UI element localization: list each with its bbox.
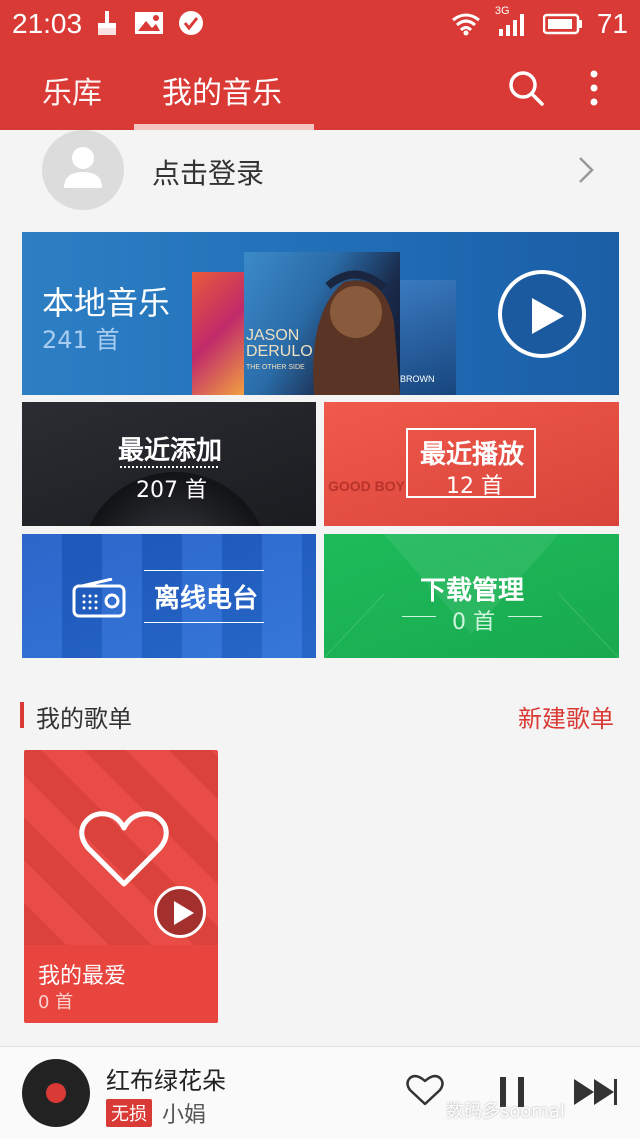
user-icon	[64, 147, 102, 188]
favorite-heart-icon[interactable]	[406, 1073, 444, 1107]
avatar[interactable]	[42, 130, 124, 210]
playlist-name: 我的最爱	[38, 964, 127, 989]
new-playlist-button[interactable]: 新建歌单	[518, 699, 614, 734]
dotted-divider	[120, 466, 218, 468]
album-sub-text: THE OTHER SIDE	[246, 364, 305, 371]
play-all-button[interactable]	[498, 270, 586, 358]
offline-radio-card[interactable]: 离线电台	[22, 534, 316, 658]
recently-added-title: 最近添加	[118, 436, 223, 466]
recently-played-card[interactable]: GOOD BOY 最近播放 12 首	[324, 402, 619, 526]
battery-level: 71	[596, 8, 628, 39]
local-music-title: 本地音乐	[42, 284, 171, 322]
local-music-card[interactable]: 本地音乐 241 首 BROWN JASON DERULO THE OTHER …	[22, 232, 619, 395]
login-row[interactable]: 点击登录	[0, 130, 640, 220]
status-bar: 21:03 3G 71	[0, 0, 640, 48]
tab-my-music[interactable]: 我的音乐	[162, 68, 282, 112]
play-icon	[532, 298, 564, 334]
app-header: 21:03 3G 71 乐库 我的音乐	[0, 0, 640, 130]
album-cover-right: BROWN	[398, 280, 456, 395]
recently-played-title: 最近播放	[420, 440, 525, 470]
radio-divider-top	[144, 570, 264, 571]
search-icon[interactable]	[506, 68, 546, 108]
album-disc[interactable]	[22, 1059, 90, 1127]
playlist-count: 0 首	[38, 992, 74, 1013]
recently-played-count: 12 首	[446, 474, 503, 499]
download-manager-title: 下载管理	[420, 576, 525, 606]
now-playing-bar[interactable]: 红布绿花朵 无损 小娟 数码多soomal	[0, 1046, 640, 1138]
signal-icon: 3G	[495, 5, 529, 37]
download-divider-left	[402, 616, 436, 617]
download-manager-card[interactable]: 下载管理 0 首	[324, 534, 619, 658]
status-right: 3G 71	[451, 5, 628, 40]
playlist-play-button[interactable]	[154, 886, 206, 938]
recently-added-count: 207 首	[136, 478, 207, 503]
artist-name: 小娟	[162, 1103, 207, 1128]
status-notifications	[94, 10, 204, 36]
section-accent-bar	[20, 702, 24, 728]
album-portrait	[313, 270, 400, 395]
wifi-icon	[451, 13, 480, 36]
broom-icon	[98, 11, 116, 35]
skip-next-icon[interactable]	[572, 1077, 618, 1107]
disc-center	[46, 1083, 66, 1103]
playlist-card-favorites[interactable]: 我的最爱 0 首	[24, 750, 218, 1023]
tab-library[interactable]: 乐库	[42, 68, 102, 112]
local-music-count: 241 首	[42, 326, 120, 354]
heart-icon	[79, 811, 169, 887]
top-nav: 乐库 我的音乐	[0, 60, 640, 130]
image-icon	[135, 12, 163, 34]
album-artist-text: JASON DERULO	[246, 327, 313, 360]
check-circle-icon	[179, 11, 203, 35]
more-vert-icon[interactable]	[582, 68, 606, 108]
recent-play-bg-text: GOOD BOY	[328, 478, 406, 494]
download-divider-right	[508, 616, 542, 617]
play-icon	[174, 901, 194, 925]
lossless-badge: 无损	[106, 1099, 152, 1127]
watermark: 数码多soomal	[446, 1101, 565, 1122]
album-cover-left	[192, 272, 244, 395]
status-time: 21:03	[12, 8, 83, 39]
album-right-text: BROWN	[400, 374, 435, 384]
album-cover-center: JASON DERULO THE OTHER SIDE	[244, 252, 400, 395]
radio-icon	[72, 578, 126, 618]
login-label[interactable]: 点击登录	[152, 152, 264, 192]
radio-divider-bottom	[144, 622, 264, 623]
battery-icon	[542, 13, 582, 35]
chevron-right-icon[interactable]	[576, 154, 596, 186]
recently-added-card[interactable]: 最近添加 207 首	[22, 402, 316, 526]
download-manager-count: 0 首	[452, 610, 495, 635]
my-playlists-heading: 我的歌单	[36, 705, 132, 733]
offline-radio-title: 离线电台	[154, 584, 259, 614]
song-title: 红布绿花朵	[106, 1067, 226, 1095]
